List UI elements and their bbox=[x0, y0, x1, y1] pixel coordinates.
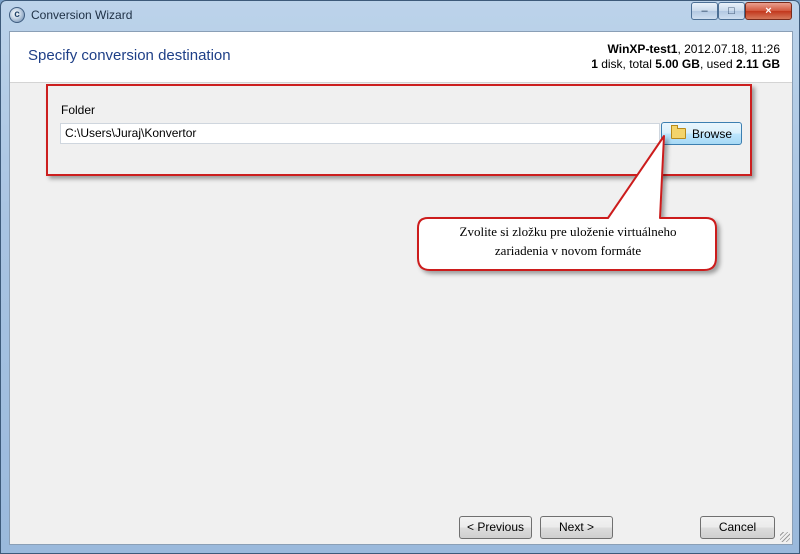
close-button[interactable]: × bbox=[745, 2, 792, 20]
title-bar[interactable]: c Conversion Wizard – □ × bbox=[1, 1, 799, 29]
resize-grip-icon[interactable] bbox=[780, 532, 790, 542]
app-icon[interactable]: c bbox=[9, 7, 25, 23]
callout-line-1: Zvolite si zložku pre uloženie virtuálne… bbox=[459, 224, 677, 239]
callout-line-2: zariadenia v novom formáte bbox=[494, 243, 642, 258]
callout-bubble bbox=[417, 135, 717, 271]
callout-text: Zvolite si zložku pre uloženie virtuálne… bbox=[418, 222, 718, 260]
conversion-wizard-window: c Conversion Wizard – □ × Specify conver… bbox=[0, 0, 800, 554]
cancel-button[interactable]: Cancel bbox=[700, 516, 775, 539]
previous-button[interactable]: < Previous bbox=[459, 516, 532, 539]
minimize-button[interactable]: – bbox=[691, 2, 718, 20]
window-title: Conversion Wizard bbox=[31, 8, 133, 22]
next-button[interactable]: Next > bbox=[540, 516, 613, 539]
wizard-client-area: Specify conversion destination WinXP-tes… bbox=[9, 31, 793, 545]
maximize-button[interactable]: □ bbox=[718, 2, 745, 20]
